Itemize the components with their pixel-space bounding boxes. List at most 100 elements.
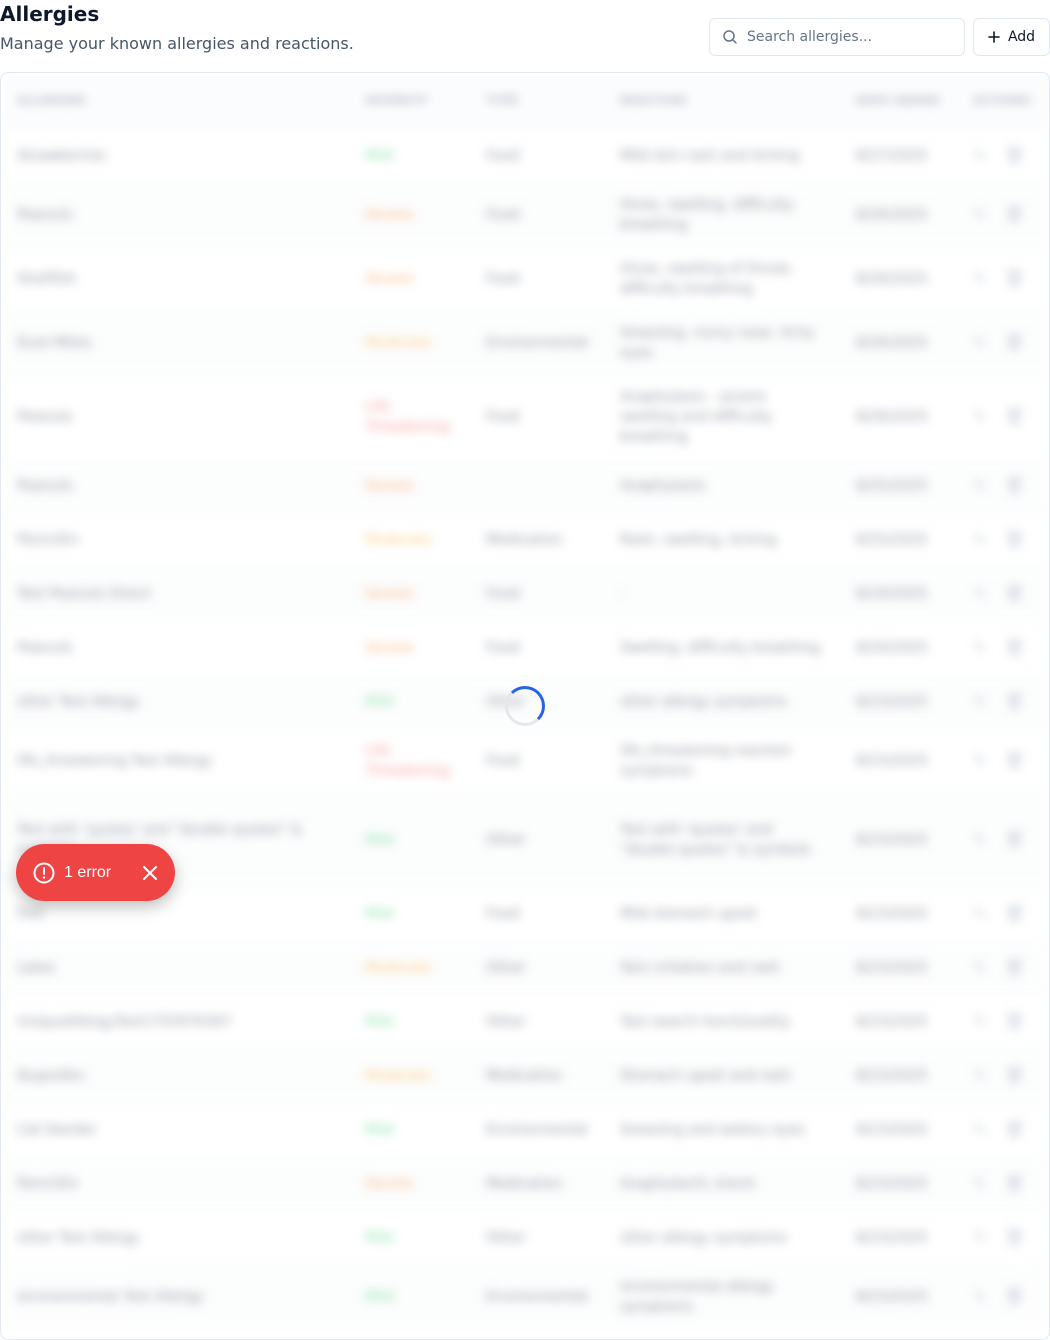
trash-icon[interactable]: 🗑 xyxy=(1004,904,1024,923)
pencil-icon[interactable]: ✎ xyxy=(973,269,986,288)
type-cell: Other xyxy=(486,960,526,976)
pencil-icon[interactable]: ✎ xyxy=(973,830,986,849)
table-row[interactable]: Cat Dander Mild Environmental Sneezing and … xyxy=(1,1103,1049,1157)
pencil-icon[interactable]: ✎ xyxy=(973,692,986,711)
table-row[interactable]: Peanuts Severe Food Swelling, difficulty br… xyxy=(1,621,1049,675)
actions-cell: ✎ 🗑 xyxy=(957,459,1049,513)
date-cell: 8/23/2025 xyxy=(856,694,928,710)
search-input[interactable] xyxy=(747,29,947,45)
trash-icon[interactable]: 🗑 xyxy=(1004,407,1024,426)
pencil-icon[interactable]: ✎ xyxy=(973,530,986,549)
pencil-icon[interactable]: ✎ xyxy=(973,146,986,165)
reaction-cell: - xyxy=(620,586,626,602)
trash-icon[interactable]: 🗑 xyxy=(1004,1012,1024,1031)
pencil-icon[interactable]: ✎ xyxy=(973,1228,986,1247)
pencil-icon[interactable]: ✎ xyxy=(973,476,986,495)
pencil-icon[interactable]: ✎ xyxy=(973,638,986,657)
type-cell: Other xyxy=(486,1014,526,1030)
column-header-type[interactable]: TYPE xyxy=(470,73,604,129)
trash-icon[interactable]: 🗑 xyxy=(1004,638,1024,657)
trash-icon[interactable]: 🗑 xyxy=(1004,205,1024,224)
trash-icon[interactable]: 🗑 xyxy=(1004,1174,1024,1193)
column-header-date-added[interactable]: DATE ADDED xyxy=(840,73,957,129)
severity-cell: Mild xyxy=(365,906,394,922)
table-row[interactable]: UniqueAllergyTest1755976367 Mild Other Test… xyxy=(1,995,1049,1049)
pencil-icon[interactable]: ✎ xyxy=(973,1066,986,1085)
trash-icon[interactable]: 🗑 xyxy=(1004,1228,1024,1247)
trash-icon[interactable]: 🗑 xyxy=(1004,958,1024,977)
table-row[interactable]: Latex Moderate Other Skin irritation and ra… xyxy=(1,941,1049,995)
search-box[interactable] xyxy=(709,18,965,56)
actions-cell: ✎ 🗑 xyxy=(957,1157,1049,1211)
pencil-icon[interactable]: ✎ xyxy=(973,1287,986,1306)
column-header-allergen[interactable]: ALLERGEN xyxy=(1,73,349,129)
add-button[interactable]: Add xyxy=(973,18,1050,56)
trash-icon[interactable]: 🗑 xyxy=(1004,1120,1024,1139)
table-row[interactable]: Peanuts Severe Anaphylaxis 8/25/2025 ✎ 🗑 xyxy=(1,459,1049,513)
table-row[interactable]: Dust Mites Moderate Environmental Sneezing,… xyxy=(1,311,1049,375)
table-row[interactable]: other Test Allergy Mild Other other allergy… xyxy=(1,1211,1049,1265)
pencil-icon[interactable]: ✎ xyxy=(973,205,986,224)
pencil-icon[interactable]: ✎ xyxy=(973,1012,986,1031)
severity-cell: Mild xyxy=(365,148,394,164)
trash-icon[interactable]: 🗑 xyxy=(1004,1066,1024,1085)
reaction-cell: Mild stomach upset xyxy=(620,906,757,922)
pencil-icon[interactable]: ✎ xyxy=(973,958,986,977)
allergen-cell: Penicillin xyxy=(17,1176,79,1192)
type-cell: Medication xyxy=(486,1176,563,1192)
pencil-icon[interactable]: ✎ xyxy=(973,1174,986,1193)
severity-cell: Severe xyxy=(365,271,414,287)
pencil-icon[interactable]: ✎ xyxy=(973,1120,986,1139)
date-cell: 8/23/2025 xyxy=(856,960,928,976)
table-row[interactable]: Peanuts Severe Food Hives, swelling, diffic… xyxy=(1,183,1049,247)
type-cell: Medication xyxy=(486,1068,563,1084)
table-row[interactable]: Shellfish Severe Food Hives, swelling of th… xyxy=(1,247,1049,311)
type-cell: Medication xyxy=(486,532,563,548)
error-toast[interactable]: 1 error xyxy=(16,844,175,901)
pencil-icon[interactable]: ✎ xyxy=(973,584,986,603)
pencil-icon[interactable]: ✎ xyxy=(973,407,986,426)
date-cell: 8/23/2025 xyxy=(856,1068,928,1084)
reaction-cell: other allergy symptoms xyxy=(620,1230,787,1246)
table-header-row: ALLERGEN SEVERITY TYPE REACTION DATE ADD… xyxy=(1,73,1049,129)
trash-icon[interactable]: 🗑 xyxy=(1004,692,1024,711)
reaction-cell: life_threatening reaction symptoms xyxy=(620,743,792,779)
table-row[interactable]: Strawberries Mild Food Mild skin rash and i… xyxy=(1,129,1049,183)
type-cell: Environmental xyxy=(486,335,588,351)
actions-cell: ✎ 🗑 xyxy=(957,729,1049,793)
trash-icon[interactable]: 🗑 xyxy=(1004,530,1024,549)
trash-icon[interactable]: 🗑 xyxy=(1004,146,1024,165)
search-icon xyxy=(722,29,738,45)
severity-cell: Moderate xyxy=(365,1068,432,1084)
pencil-icon[interactable]: ✎ xyxy=(973,751,986,770)
pencil-icon[interactable]: ✎ xyxy=(973,333,986,352)
trash-icon[interactable]: 🗑 xyxy=(1004,584,1024,603)
trash-icon[interactable]: 🗑 xyxy=(1004,333,1024,352)
trash-icon[interactable]: 🗑 xyxy=(1004,476,1024,495)
date-cell: 8/26/2025 xyxy=(856,335,928,351)
pencil-icon[interactable]: ✎ xyxy=(973,904,986,923)
allergen-cell: Penicillin xyxy=(17,532,79,548)
table-row[interactable]: environmental Test Allergy Mild Environmen… xyxy=(1,1265,1049,1329)
severity-cell: Life Threatening xyxy=(365,399,450,435)
column-header-severity[interactable]: SEVERITY xyxy=(349,73,470,129)
table-row[interactable]: Ibuprofen Moderate Medication Stomach upset… xyxy=(1,1049,1049,1103)
trash-icon[interactable]: 🗑 xyxy=(1004,1287,1024,1306)
allergen-cell: Peanuts xyxy=(17,478,73,494)
table-row[interactable]: Penicillin Severe Medication Anaphylactic s… xyxy=(1,1157,1049,1211)
date-cell: 8/23/2025 xyxy=(856,906,928,922)
severity-cell: Severe xyxy=(365,1176,414,1192)
column-header-reaction: REACTION xyxy=(620,94,687,108)
allergen-cell: Peanuts xyxy=(17,409,73,425)
table-row[interactable]: life_threatening Test Allergy Life Threat… xyxy=(1,729,1049,793)
table-row[interactable]: Penicillin Moderate Medication Rash, swelli… xyxy=(1,513,1049,567)
table-row[interactable]: Test Peanuts Direct Severe Food - 8/24/2025 ✎… xyxy=(1,567,1049,621)
trash-icon[interactable]: 🗑 xyxy=(1004,269,1024,288)
table-row[interactable]: Peanuts Life Threatening Food Anaphylaxis -… xyxy=(1,375,1049,459)
trash-icon[interactable]: 🗑 xyxy=(1004,830,1024,849)
page-subtitle: Manage your known allergies and reaction… xyxy=(0,34,354,53)
allergen-cell: Test Peanuts Direct xyxy=(17,586,152,602)
close-icon[interactable] xyxy=(137,860,162,885)
actions-cell: ✎ 🗑 xyxy=(957,183,1049,247)
trash-icon[interactable]: 🗑 xyxy=(1004,751,1024,770)
